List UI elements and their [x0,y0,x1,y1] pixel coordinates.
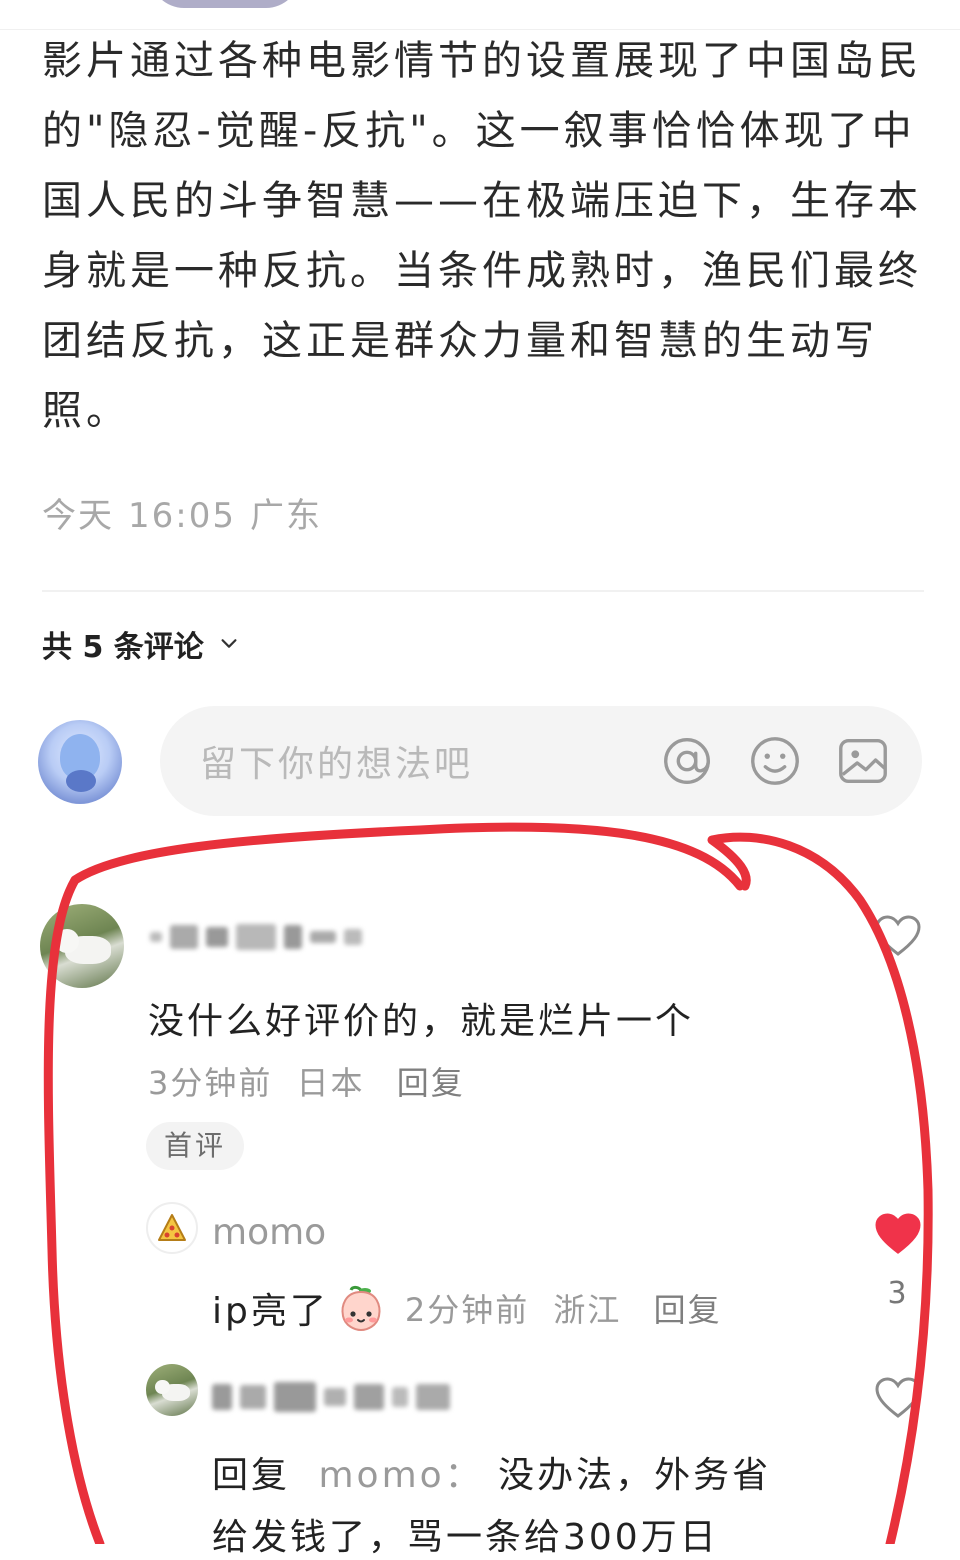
reply-time: 2分钟前 [404,1291,530,1329]
comment-meta: 3分钟前 日本 回复 [148,1058,465,1104]
post-meta: 今天 16:05 广东 [42,488,322,537]
reply-button[interactable]: 回复 [654,1291,722,1329]
my-avatar[interactable] [38,720,122,804]
reply-text: ip亮了 [212,1291,329,1332]
peach-face-icon [341,1285,381,1332]
comment-count-toggle[interactable]: 共 5 条评论 [42,622,240,666]
reply-text-line1: 没办法，外务省 [498,1455,772,1496]
post-time: 16:05 [128,496,236,536]
reply-prefix: 回复 [212,1455,291,1496]
heart-icon[interactable] [874,1376,922,1420]
like-count: 3 [887,1276,907,1311]
reply-body-row: ip亮了 2分钟前 浙江 回复 [212,1282,722,1334]
avatar-dog-head [55,929,79,953]
input-icon-bar [658,732,892,790]
reply-text-line2: 给发钱了，骂一条给300万日 [212,1517,719,1558]
comment-count-label: 共 5 条评论 [42,630,204,665]
reply-avatar-2[interactable] [146,1364,198,1416]
post-location: 广东 [249,496,322,536]
heart-icon[interactable] [874,1212,922,1256]
image-icon[interactable] [834,732,892,790]
heart-icon[interactable] [874,914,922,958]
first-comment-badge: 首评 [146,1122,245,1170]
reply-location: 浙江 [553,1291,622,1329]
reply-to-user[interactable]: momo： [318,1455,483,1496]
reply-body-line-1: 回复 momo： 没办法，外务省 [212,1446,771,1498]
reply-avatar-momo[interactable] [146,1202,198,1254]
post-body: 影片通过各种电影情节的设置展现了中国岛民的"隐忍-觉醒-反抗"。这一叙事恰恰体现… [42,38,922,434]
commenter-name-blurred[interactable] [150,922,362,952]
pizza-icon [158,1214,186,1241]
reply-author[interactable]: momo [212,1212,326,1253]
commenter-avatar[interactable] [40,904,124,988]
reply-meta: 2分钟前 浙江 回复 [405,1285,722,1331]
comment-text: 没什么好评价的，就是烂片一个 [148,1001,695,1042]
emoji-icon[interactable] [746,732,804,790]
avatar-dog-head [155,1379,170,1395]
reply-body-line-2: 给发钱了，骂一条给300万日 [212,1508,719,1560]
content-divider [42,590,924,592]
comment-time: 3分钟前 [148,1064,273,1102]
avatar-flower-shape [66,770,96,792]
comment-input-placeholder: 留下你的想法吧 [200,744,474,785]
post-date: 今天 [42,496,114,536]
chevron-down-icon [221,639,237,648]
at-icon[interactable] [658,732,716,790]
comment-location: 日本 [296,1064,365,1102]
reply-author-blurred[interactable] [212,1382,450,1412]
reply-button[interactable]: 回复 [397,1064,465,1102]
author-avatar-partial [150,0,300,8]
comment-input[interactable]: 留下你的想法吧 [160,706,922,816]
